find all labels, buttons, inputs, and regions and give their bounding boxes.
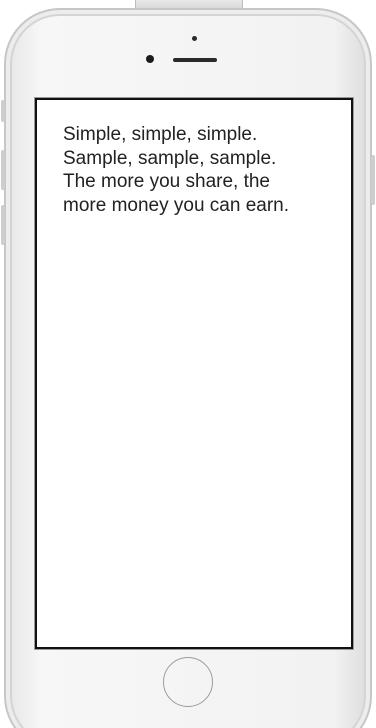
message-line: more money you can earn. — [63, 194, 290, 216]
phone-screen: Simple, simple, simple. Sample, sample, … — [35, 98, 353, 649]
message-line: Simple, simple, simple. — [63, 124, 258, 145]
earpiece-speaker-icon — [173, 58, 217, 62]
power-button — [371, 155, 375, 205]
home-button[interactable] — [163, 657, 213, 707]
volume-up-button — [1, 150, 5, 190]
screen-message: Simple, simple, simple. Sample, sample, … — [63, 123, 333, 217]
message-line: The more you share, the — [63, 171, 270, 192]
mute-switch — [1, 100, 5, 122]
front-camera-icon — [146, 55, 154, 63]
device-mockup: Simple, simple, simple. Sample, sample, … — [0, 0, 376, 728]
message-line: Sample, sample, sample. — [63, 147, 277, 169]
volume-down-button — [1, 205, 5, 245]
proximity-sensor-icon — [192, 36, 197, 41]
